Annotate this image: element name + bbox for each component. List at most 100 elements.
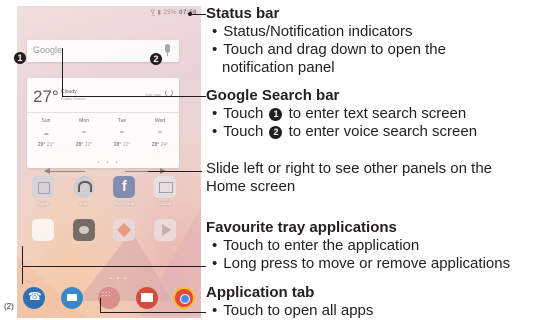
- forecast-day: Wed ☂ 28° 24°: [141, 118, 179, 148]
- annotation-bullet: Touch 2 to enter voice search screen: [206, 123, 477, 141]
- day-low: 22°: [122, 142, 131, 148]
- annotation-text: Home screen: [206, 178, 296, 195]
- cloud-icon: ☁: [43, 131, 49, 137]
- divider: [27, 112, 179, 113]
- weather-condition: Cloudy: [61, 89, 77, 95]
- whatsapp-icon: [153, 176, 176, 198]
- app-label: Gmail: [159, 201, 171, 206]
- camera-icon: [72, 219, 95, 241]
- microphone-icon[interactable]: [165, 44, 170, 56]
- app-shortcut[interactable]: [26, 219, 60, 241]
- app-row: Apps Mix f Facebook Gmail: [26, 176, 182, 206]
- annotation-text: Touch: [223, 105, 264, 122]
- app-shortcut[interactable]: [67, 219, 101, 241]
- swipe-left-arrow: [44, 168, 85, 174]
- weather-temperature: 27°: [33, 87, 59, 106]
- app-shortcut[interactable]: Mix: [67, 176, 101, 206]
- forecast-days: Sun ☁ 29° 23° Mon ☂ 28° 22° Tue ☂ 28° 22…: [27, 118, 179, 148]
- status-bar[interactable]: ∇̲ ▮ 25% 07:56: [17, 6, 201, 20]
- annotation-text: Slide left or right to see other panels …: [206, 160, 493, 177]
- day-name: Wed: [154, 118, 166, 124]
- photos-icon: [113, 219, 136, 241]
- callout-line-slide: [148, 171, 202, 172]
- play-store-icon: [153, 219, 176, 241]
- rain-icon: ☂: [81, 131, 87, 137]
- email-icon[interactable]: [135, 287, 158, 309]
- forecast-day: Tue ☂ 28° 22°: [103, 118, 141, 148]
- annotation-text: Touch: [223, 123, 264, 140]
- annotation-text: to enter voice search screen: [288, 123, 478, 140]
- day-temps: 28° 22°: [65, 142, 103, 148]
- slide-annotation: Slide left or right to see other panels …: [206, 160, 492, 196]
- annotation-bullet: Touch 1 to enter text search screen: [206, 105, 477, 123]
- callout-line-favourite: [22, 266, 206, 267]
- chrome-icon[interactable]: [173, 287, 195, 309]
- day-name: Sun: [41, 118, 51, 124]
- rain-icon: ☂: [157, 131, 163, 137]
- marker-two-inline: 2: [269, 126, 283, 139]
- rain-icon: ☂: [119, 131, 125, 137]
- figure-number: (2): [4, 302, 14, 311]
- search-bar-annotation: Google Search bar Touch 1 to enter text …: [206, 87, 477, 141]
- app-label: Mix: [80, 201, 88, 206]
- app-shortcut[interactable]: Gmail: [148, 176, 182, 206]
- annotation-bullet: Status/Notification indicators: [206, 23, 446, 41]
- annotation-continuation: notification panel: [222, 59, 335, 76]
- annotation-bullet: Long press to move or remove application…: [206, 255, 510, 273]
- application-tab-annotation: Application tab Touch to open all apps: [206, 284, 373, 320]
- app-shortcut[interactable]: f Facebook: [107, 176, 141, 206]
- day-high: 29°: [37, 142, 46, 148]
- day-name: Tue: [117, 118, 127, 124]
- callout-line-app-tab: [100, 298, 101, 312]
- annotation-bullet: Touch to enter the application: [206, 237, 510, 255]
- callout-line-search: [62, 48, 63, 96]
- phone-icon[interactable]: [23, 287, 45, 309]
- day-name: Mon: [79, 118, 89, 124]
- application-tab-icon[interactable]: [98, 287, 120, 309]
- marker-two: 2: [150, 53, 162, 65]
- phone-home-screen: ∇̲ ▮ 25% 07:56 Google 27° Cloudy Futian …: [17, 6, 201, 318]
- annotation-title: Status bar: [206, 5, 280, 22]
- app-shortcut[interactable]: [148, 219, 182, 241]
- app-label: Apps: [37, 201, 49, 206]
- app-label: Facebook: [114, 201, 135, 206]
- annotation-text: to enter text search screen: [288, 105, 467, 122]
- day-high: 28°: [151, 142, 160, 148]
- app-shortcut[interactable]: Apps: [26, 176, 60, 206]
- marker-one: 1: [14, 52, 26, 64]
- app-grid: Apps Mix f Facebook Gmail: [26, 176, 182, 254]
- annotation-title: Google Search bar: [206, 87, 340, 104]
- facebook-icon: f: [113, 176, 136, 198]
- day-high: 28°: [113, 142, 122, 148]
- status-icons: ∇̲ ▮ 25%: [150, 10, 177, 16]
- annotation-title: Application tab: [206, 284, 315, 301]
- marker-one-inline: 1: [269, 108, 283, 121]
- day-temps: 28° 24°: [141, 142, 179, 148]
- weather-widget[interactable]: 27° Cloudy Futian District Just now Sun …: [27, 78, 179, 168]
- google-logo: Google: [33, 45, 63, 55]
- day-temps: 29° 23°: [27, 142, 65, 148]
- callout-line-status: [190, 14, 206, 15]
- annotation-title: Favourite tray applications: [206, 219, 397, 236]
- callout-line-favourite: [22, 246, 23, 284]
- callout-line-search: [62, 96, 206, 97]
- annotation-bullet: Touch to open all apps: [206, 302, 373, 320]
- tray-dots: • • •: [110, 276, 129, 282]
- app-shortcut[interactable]: [107, 219, 141, 241]
- day-low: 22°: [84, 142, 93, 148]
- annotation-bullet: Touch and drag down to open the: [206, 41, 446, 59]
- day-high: 28°: [75, 142, 84, 148]
- favourite-tray: [23, 287, 195, 311]
- app-row: [26, 219, 182, 241]
- day-low: 24°: [160, 142, 169, 148]
- forecast-day: Mon ☂ 28° 22°: [65, 118, 103, 148]
- tools-folder-icon: [32, 219, 54, 241]
- messaging-icon[interactable]: [60, 287, 83, 309]
- day-temps: 28° 22°: [103, 142, 141, 148]
- apps-folder-icon: [32, 176, 54, 198]
- mix-headphones-icon: [72, 176, 95, 198]
- forecast-day: Sun ☁ 29° 23°: [27, 118, 65, 148]
- day-low: 23°: [46, 142, 55, 148]
- favourite-tray-annotation: Favourite tray applications Touch to ent…: [206, 219, 510, 273]
- status-bar-annotation: Status bar Status/Notification indicator…: [206, 5, 446, 77]
